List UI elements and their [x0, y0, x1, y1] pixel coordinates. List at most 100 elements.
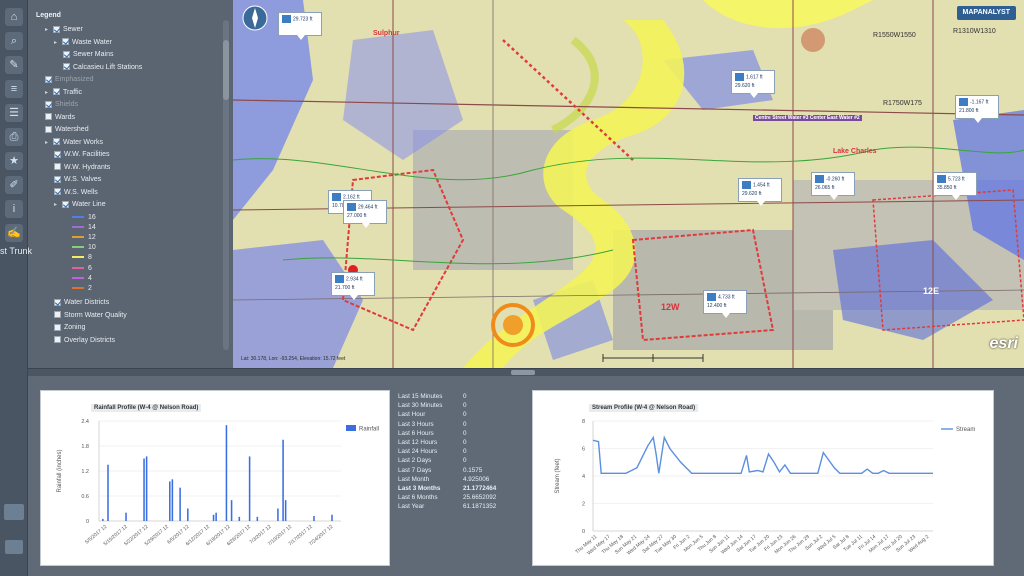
legend-item-label: W.W. Hydrants — [64, 163, 111, 171]
y-axis-label: Stream (feet) — [555, 458, 561, 493]
measure-icon[interactable]: ✎ — [5, 56, 23, 74]
bookmark-icon[interactable]: ★ — [5, 152, 23, 170]
gauge-value: 4.733 ft — [718, 294, 735, 301]
rainfall-stats: Last 15 Minutes 0 Last 30 Minutes 0 Last Hou… — [398, 392, 496, 511]
stream-gauge-marker[interactable]: -0.260 ft 26.065 ft — [811, 172, 855, 200]
layer-checkbox[interactable] — [62, 38, 69, 46]
expand-arrow-icon[interactable]: ▸ — [54, 200, 60, 211]
layer-checkbox[interactable] — [63, 50, 70, 58]
layer-checkbox[interactable] — [62, 200, 69, 208]
legend-item[interactable]: W.W. Hydrants — [54, 162, 110, 173]
legend-item-label: Watershed — [55, 126, 89, 133]
expand-arrow-icon[interactable]: ▸ — [45, 25, 51, 36]
line-swatch — [72, 276, 84, 279]
layer-checkbox[interactable] — [53, 25, 60, 33]
settings-icon[interactable] — [5, 540, 23, 554]
rainfall-bar — [248, 456, 251, 521]
map-view[interactable]: MAPANALYST esri Lat: 30.178, Lon: -93.25… — [233, 0, 1024, 368]
legend-item[interactable]: ▸ Waste Water — [54, 37, 112, 48]
layer-checkbox[interactable] — [54, 298, 61, 306]
legend-item[interactable]: W.W. Facilities — [54, 149, 110, 160]
stream-gauge-marker[interactable]: 2.934 ft 21.700 ft — [331, 272, 375, 300]
stat-label: Last 30 Minutes — [398, 402, 443, 410]
rainfall-bar — [284, 500, 287, 521]
layer-checkbox[interactable] — [63, 63, 70, 71]
rainfall-bar — [143, 458, 145, 521]
layers-icon[interactable]: ≡ — [5, 80, 23, 98]
legend-item[interactable]: ▸ Traffic — [45, 87, 82, 98]
expand-arrow-icon[interactable]: ▸ — [45, 138, 51, 149]
draw-icon[interactable]: ✐ — [5, 176, 23, 194]
legend-item[interactable]: Sewer Mains — [63, 49, 113, 60]
stat-row: Last 30 Minutes 0 — [398, 401, 496, 410]
legend-item-label: Shields — [55, 101, 78, 108]
gauge-sub-value: 35.850 ft — [937, 185, 957, 192]
home-icon[interactable]: ⌂ — [5, 8, 23, 26]
profile-panel: Rainfall Profile (W-4 @ Nelson Road) 0 0.… — [28, 376, 1024, 576]
gauge-value: 29.464 ft — [358, 204, 378, 211]
layer-checkbox[interactable] — [45, 125, 52, 133]
legend-swatch — [346, 425, 356, 431]
legend-item[interactable]: ▸ Sewer — [45, 24, 83, 35]
layer-checkbox[interactable] — [54, 311, 61, 319]
layer-checkbox[interactable] — [54, 336, 61, 344]
print-icon[interactable]: ⎙ — [5, 128, 23, 146]
legend-scroll-thumb[interactable] — [223, 40, 229, 100]
rainfall-bar — [215, 512, 217, 521]
legend-item[interactable]: Shields — [45, 99, 78, 110]
folder-icon[interactable] — [4, 504, 24, 520]
legend-item[interactable]: Storm Water Quality — [54, 310, 127, 321]
layer-checkbox[interactable] — [53, 88, 60, 96]
expand-arrow-icon[interactable]: ▸ — [54, 38, 60, 49]
y-tick-label: 1.8 — [81, 444, 89, 450]
stream-gauge-marker[interactable]: 29.464 ft 27.000 ft — [343, 200, 387, 228]
legend-item-label: Traffic — [63, 88, 83, 96]
legend-item[interactable]: Zoning — [54, 322, 85, 333]
expand-arrow-icon[interactable]: ▸ — [45, 88, 51, 99]
stream-gauge-marker[interactable]: 1.617 ft 29.620 ft — [731, 70, 775, 98]
mapanalyst-logo: MAPANALYST — [956, 6, 1016, 20]
stat-row: Last 24 Hours 0 — [398, 447, 496, 456]
layer-checkbox[interactable] — [54, 188, 61, 196]
layer-checkbox[interactable] — [54, 163, 61, 171]
stream-gauge-marker[interactable]: 1.454 ft 29.620 ft — [738, 178, 782, 206]
stat-value: 21.1772464 — [463, 484, 497, 492]
layer-checkbox[interactable] — [54, 150, 61, 158]
stat-row: Last 15 Minutes 0 — [398, 392, 496, 401]
legend-item[interactable]: Wards — [45, 112, 75, 123]
legend-item[interactable]: Emphasized — [45, 74, 94, 85]
layer-checkbox[interactable] — [45, 75, 52, 83]
legend-item[interactable]: ▸ Water Works — [45, 137, 103, 148]
legend-icon[interactable]: ☰ — [5, 104, 23, 122]
legend-item[interactable]: Overlay Districts — [54, 335, 115, 346]
stat-label: Last 3 Months — [398, 484, 441, 492]
stat-label: Last 24 Hours — [398, 448, 438, 456]
layer-checkbox[interactable] — [45, 100, 52, 108]
legend-item[interactable]: Water Districts — [54, 297, 109, 308]
layer-checkbox[interactable] — [54, 175, 61, 183]
legend-item[interactable]: W.S. Valves — [54, 174, 101, 185]
legend-item[interactable]: Watershed — [45, 124, 89, 135]
stream-gauge-marker[interactable]: 4.733 ft 12.400 ft — [703, 290, 747, 318]
stream-gauge-marker[interactable]: 29.723 ft — [278, 12, 322, 40]
resize-handle[interactable] — [511, 370, 535, 375]
layer-checkbox[interactable] — [45, 113, 52, 121]
stat-row: Last 3 Hours 0 — [398, 420, 496, 429]
legend-item-label: Sewer Mains — [73, 51, 114, 58]
line-size-label: 16 — [88, 213, 96, 221]
left-toolbar: ⌂ ⌕ ✎ ≡ ☰ ⎙ ★ ✐ i ✍ — [0, 0, 28, 576]
panel-divider[interactable] — [28, 368, 1024, 376]
info-icon[interactable]: i — [5, 200, 23, 218]
edit-icon[interactable]: ✍ — [5, 224, 23, 242]
stream-gauge-marker[interactable]: -1.167 ft 21.800 ft — [955, 95, 999, 123]
layer-checkbox[interactable] — [54, 323, 61, 331]
legend-label: Rainfall — [359, 427, 379, 433]
stat-value: 0 — [463, 438, 467, 446]
stream-gauge-marker[interactable]: 5.723 ft 35.850 ft — [933, 172, 977, 200]
legend-item[interactable]: ▸ Water Line — [54, 199, 106, 210]
layer-checkbox[interactable] — [53, 138, 60, 146]
map-canvas[interactable] — [233, 0, 1024, 368]
search-icon[interactable]: ⌕ — [5, 32, 23, 50]
legend-item[interactable]: W.S. Wells — [54, 187, 98, 198]
legend-item[interactable]: Calcasieu Lift Stations — [63, 62, 142, 73]
